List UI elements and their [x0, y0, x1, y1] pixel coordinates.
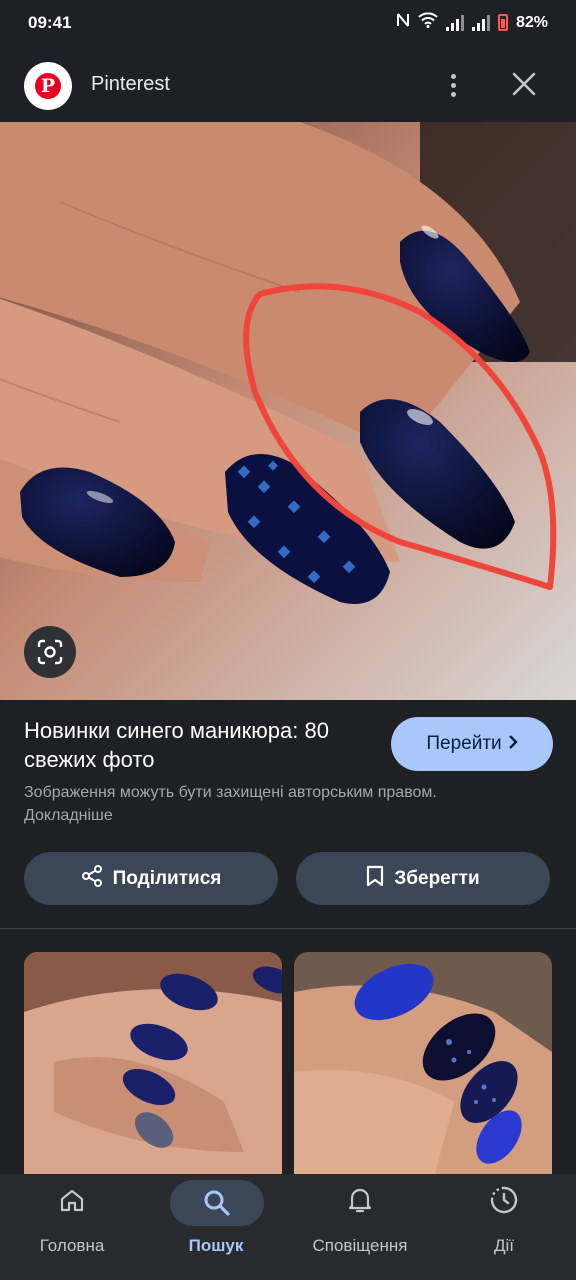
main-image[interactable] [0, 122, 576, 700]
close-icon[interactable] [508, 68, 540, 100]
status-time: 09:41 [28, 13, 72, 32]
status-bar: 09:41 82% [0, 0, 576, 48]
nav-home-label: Головна [39, 1236, 105, 1255]
chevron-right-icon [508, 733, 518, 755]
share-label: Поділитися [112, 867, 222, 889]
battery-icon [497, 14, 508, 31]
activity-icon [474, 1184, 534, 1216]
home-icon [42, 1184, 102, 1216]
bell-icon [330, 1184, 390, 1216]
site-name: Pinterest [91, 73, 170, 95]
save-button[interactable]: Зберегти [296, 852, 550, 905]
copyright-notice[interactable]: Зображення можуть бути захищені авторськ… [24, 781, 444, 827]
save-label: Зберегти [394, 867, 480, 889]
nav-notifications-label: Сповіщення [312, 1236, 408, 1255]
nav-search[interactable]: Пошук [144, 1174, 288, 1280]
more-options-icon[interactable] [440, 68, 466, 102]
visit-button-label: Перейти [426, 733, 502, 754]
related-image-2[interactable] [294, 952, 552, 1178]
nav-home[interactable]: Головна [0, 1174, 144, 1280]
battery-percent: 82% [515, 13, 548, 31]
nav-activity[interactable]: Дії [432, 1174, 576, 1280]
status-icons: 82% [396, 12, 548, 33]
visit-button[interactable]: Перейти [391, 717, 553, 771]
signal-icon [445, 14, 464, 31]
bookmark-icon [366, 865, 384, 893]
wifi-icon [418, 12, 438, 33]
share-button[interactable]: Поділитися [24, 852, 278, 905]
signal-2-icon [471, 14, 490, 31]
nav-search-label: Пошук [188, 1236, 244, 1255]
result-title[interactable]: Новинки синего маникюра: 80 свежих фото [24, 716, 374, 774]
source-header: P Pinterest [0, 48, 576, 122]
google-lens-icon[interactable] [24, 626, 76, 678]
nav-activity-label: Дії [493, 1236, 514, 1255]
divider [0, 928, 576, 929]
nav-notifications[interactable]: Сповіщення [288, 1174, 432, 1280]
bottom-navigation: Головна Пошук Сповіщення Дії [0, 1174, 576, 1280]
nfc-icon [396, 12, 410, 33]
related-image-1[interactable] [24, 952, 282, 1178]
share-icon [81, 864, 103, 893]
pinterest-logo-icon: P [24, 62, 72, 110]
search-icon [170, 1180, 264, 1226]
